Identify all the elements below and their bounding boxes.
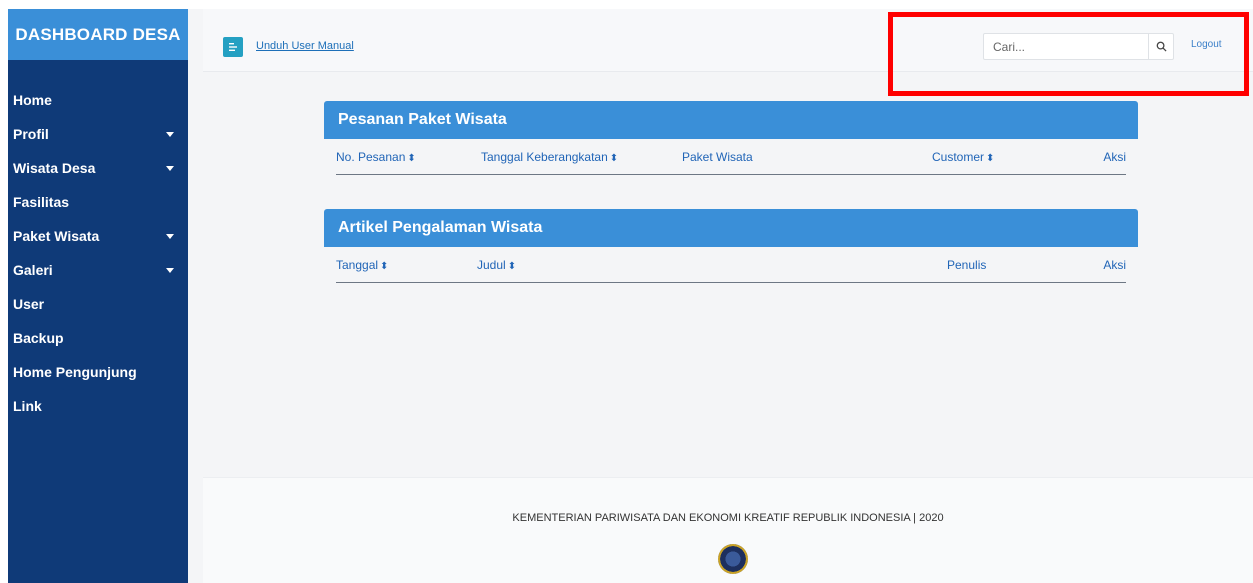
column-label: Judul <box>477 258 506 272</box>
column-header-aksi: Aksi <box>1103 258 1126 272</box>
column-label: Customer <box>932 150 985 164</box>
column-header-judul[interactable]: Judul ⬍ <box>477 258 516 272</box>
sidebar-item-backup[interactable]: Backup <box>8 321 188 355</box>
sidebar-item-fasilitas[interactable]: Fasilitas <box>8 185 188 219</box>
column-header-tanggal-keberangkatan[interactable]: Tanggal Keberangkatan ⬍ <box>481 150 618 164</box>
sidebar-item-home-pengunjung[interactable]: Home Pengunjung <box>8 355 188 389</box>
column-header-aksi: Aksi <box>1103 150 1126 164</box>
sidebar-item-paket-wisata[interactable]: Paket Wisata <box>8 219 188 253</box>
panel-title: Pesanan Paket Wisata <box>324 101 1138 139</box>
column-header-tanggal[interactable]: Tanggal ⬍ <box>336 258 388 272</box>
column-label: Aksi <box>1103 258 1126 272</box>
caret-down-icon <box>166 131 174 137</box>
sidebar-item-link[interactable]: Link <box>8 389 188 423</box>
menu-icon <box>229 43 237 51</box>
sidebar: DASHBOARD DESA Home Profil Wisata Desa F… <box>8 9 188 583</box>
download-manual-link[interactable]: Unduh User Manual <box>256 40 354 52</box>
brand-title: DASHBOARD DESA <box>15 24 181 44</box>
panel-title: Artikel Pengalaman Wisata <box>324 209 1138 247</box>
sort-icon: ⬍ <box>380 261 389 272</box>
sidebar-item-label: Home <box>13 92 52 108</box>
caret-down-icon <box>166 233 174 239</box>
footer: KEMENTERIAN PARIWISATA DAN EKONOMI KREAT… <box>203 477 1253 583</box>
sidebar-item-home[interactable]: Home <box>8 83 188 117</box>
column-header-no-pesanan[interactable]: No. Pesanan ⬍ <box>336 150 416 164</box>
artikel-table-header: Tanggal ⬍ Judul ⬍ Penulis Aksi <box>336 247 1126 283</box>
caret-down-icon <box>166 267 174 273</box>
column-label: Penulis <box>947 258 987 272</box>
caret-down-icon <box>166 165 174 171</box>
menu-toggle-button[interactable] <box>223 37 243 57</box>
column-label: Paket Wisata <box>682 150 753 164</box>
sidebar-nav: Home Profil Wisata Desa Fasilitas Paket … <box>8 83 188 423</box>
sort-icon: ⬍ <box>407 153 416 164</box>
column-label: Aksi <box>1103 150 1126 164</box>
column-label: Tanggal <box>336 258 379 272</box>
sort-icon: ⬍ <box>507 261 517 272</box>
column-header-paket-wisata: Paket Wisata <box>682 150 753 164</box>
sort-icon: ⬍ <box>986 153 995 164</box>
column-header-penulis: Penulis <box>947 258 986 272</box>
sidebar-item-galeri[interactable]: Galeri <box>8 253 188 287</box>
sidebar-item-label: Profil <box>13 126 49 142</box>
sidebar-item-user[interactable]: User <box>8 287 188 321</box>
sidebar-item-label: Paket Wisata <box>13 228 100 244</box>
sidebar-item-label: User <box>13 296 45 312</box>
sidebar-item-label: Backup <box>13 330 64 346</box>
pesanan-panel: Pesanan Paket Wisata No. Pesanan ⬍ Tangga… <box>324 101 1138 175</box>
brand-header: DASHBOARD DESA <box>8 9 188 60</box>
sort-icon: ⬍ <box>609 153 619 164</box>
sidebar-item-label: Galeri <box>13 262 53 278</box>
sidebar-item-label: Fasilitas <box>13 194 70 210</box>
sidebar-item-label: Wisata Desa <box>13 160 96 176</box>
ministry-emblem-icon <box>718 544 748 574</box>
artikel-panel: Artikel Pengalaman Wisata Tanggal ⬍ Judul… <box>324 209 1138 283</box>
sidebar-item-wisata-desa[interactable]: Wisata Desa <box>8 151 188 185</box>
column-header-customer[interactable]: Customer ⬍ <box>932 150 994 164</box>
sidebar-item-profil[interactable]: Profil <box>8 117 188 151</box>
column-label: Tanggal Keberangkatan <box>481 150 608 164</box>
footer-text: KEMENTERIAN PARIWISATA DAN EKONOMI KREAT… <box>512 512 944 524</box>
highlight-annotation-box <box>888 12 1249 96</box>
sidebar-item-label: Home Pengunjung <box>13 364 137 380</box>
sidebar-item-label: Link <box>13 398 42 414</box>
column-label: No. Pesanan <box>336 150 406 164</box>
pesanan-table-header: No. Pesanan ⬍ Tanggal Keberangkatan ⬍ Pake… <box>336 139 1126 175</box>
